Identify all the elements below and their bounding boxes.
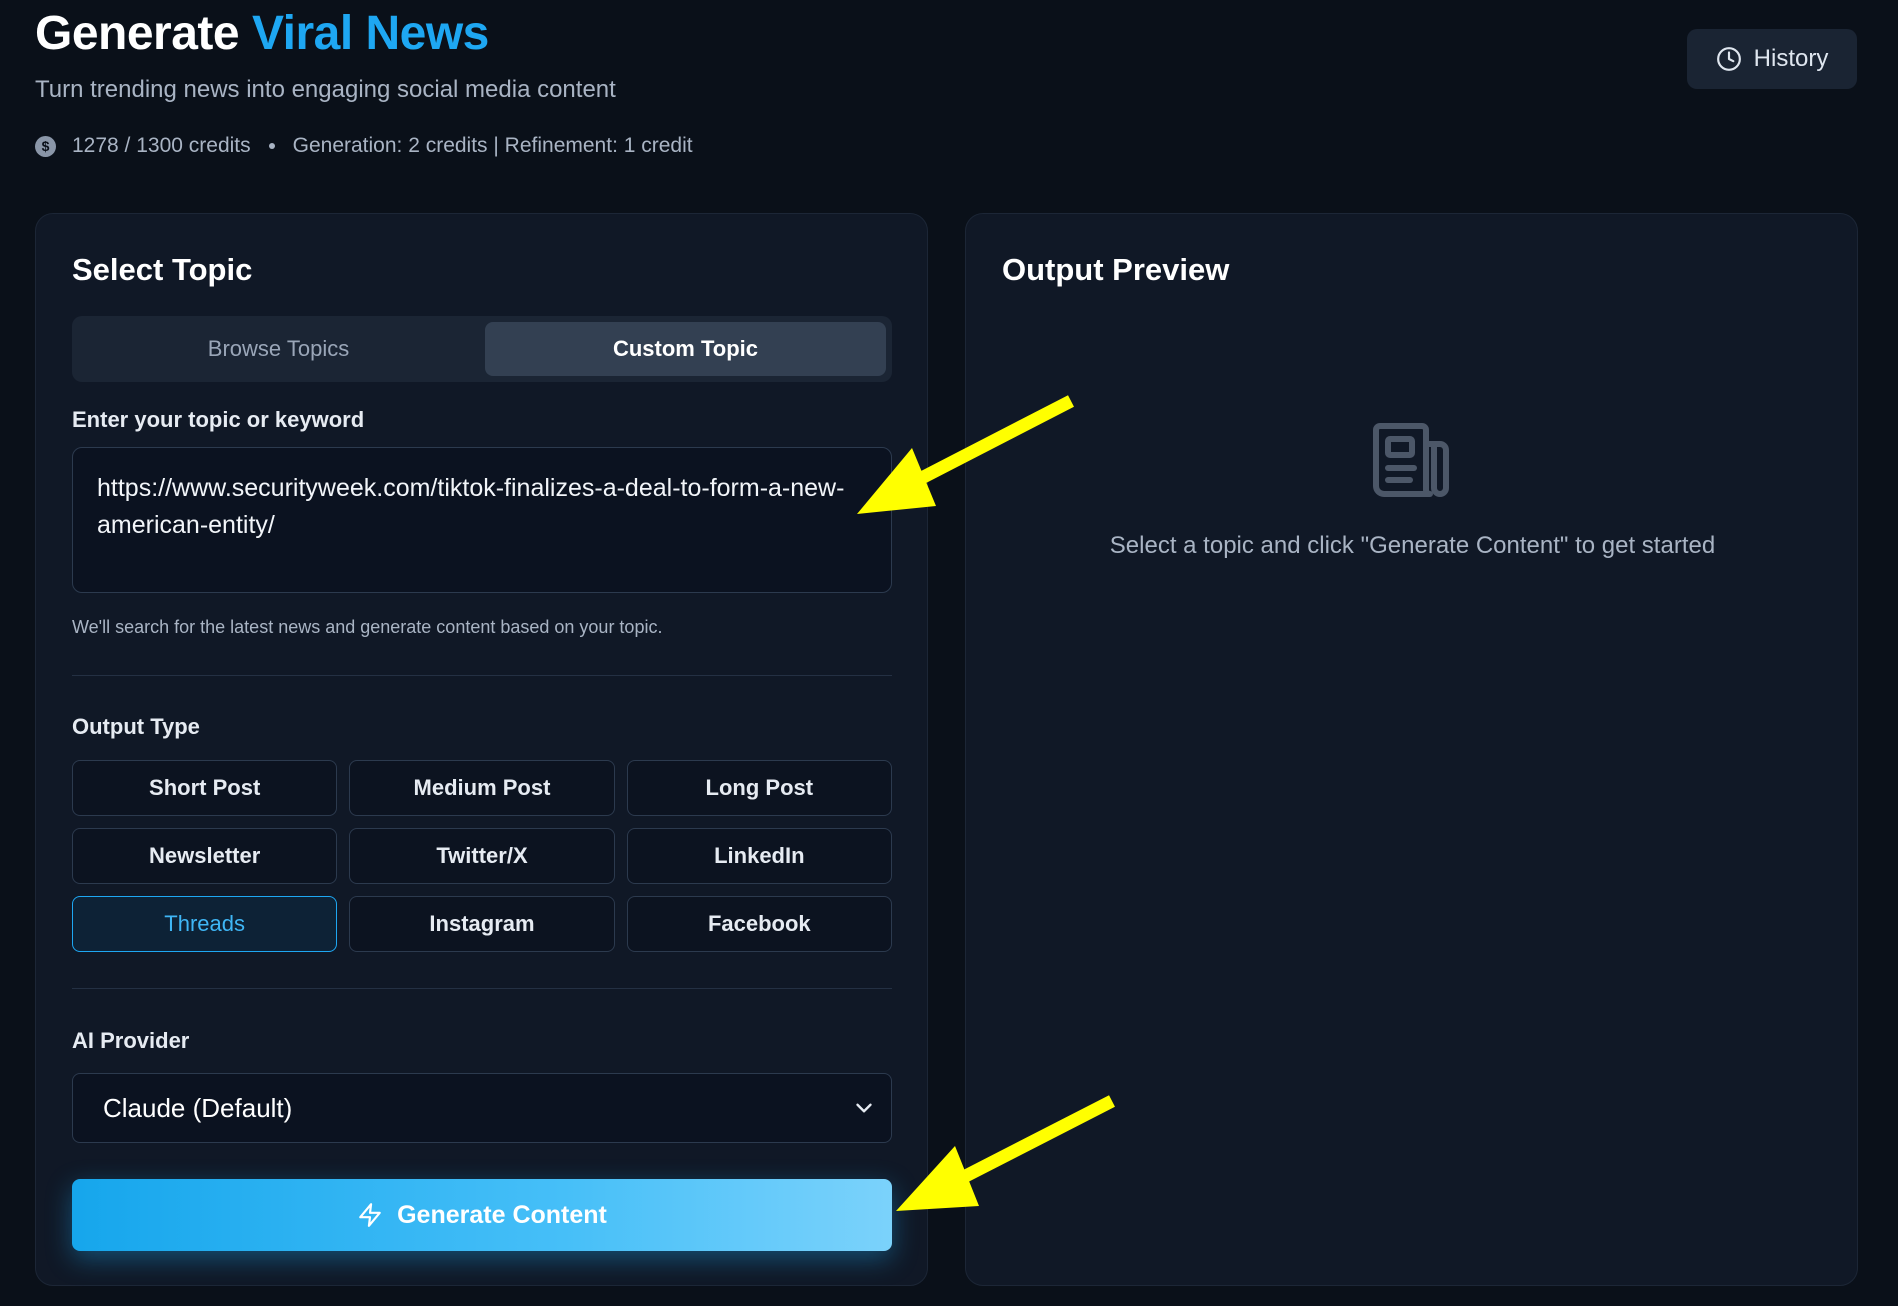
output-medium-post[interactable]: Medium Post — [349, 760, 615, 816]
ai-provider-label: AI Provider — [72, 1028, 190, 1053]
dollar-coin-icon: $ — [35, 135, 56, 157]
output-linkedin[interactable]: LinkedIn — [626, 828, 892, 884]
select-topic-panel: Select Topic Browse Topics Custom Topic … — [35, 213, 928, 1286]
generate-content-label: Generate Content — [397, 1200, 607, 1229]
output-newsletter[interactable]: Newsletter — [72, 828, 338, 884]
clock-icon — [1716, 47, 1741, 71]
credits-bar: $ 1278 / 1300 credits Generation: 2 cred… — [35, 134, 693, 158]
history-label: History — [1753, 45, 1829, 72]
ai-provider-value: Claude (Default) — [103, 1092, 293, 1123]
history-button[interactable]: History — [1687, 29, 1857, 89]
select-topic-title: Select Topic — [72, 252, 253, 287]
section-divider — [72, 988, 892, 989]
output-facebook[interactable]: Facebook — [626, 896, 892, 952]
newspaper-icon — [1373, 423, 1449, 497]
output-long-post[interactable]: Long Post — [626, 760, 892, 816]
separator-dot — [268, 143, 275, 149]
topic-input[interactable]: https://www.securityweek.com/tiktok-fina… — [72, 447, 892, 593]
output-twitter-x[interactable]: Twitter/X — [349, 828, 615, 884]
output-preview-title: Output Preview — [1002, 252, 1230, 287]
output-short-post[interactable]: Short Post — [72, 760, 338, 816]
ai-provider-select[interactable]: Claude (Default) — [72, 1073, 892, 1143]
empty-state-message: Select a topic and click "Generate Conte… — [1109, 532, 1716, 559]
lightning-icon — [359, 1203, 381, 1227]
tab-custom-topic[interactable]: Custom Topic — [485, 322, 886, 376]
credit-pricing: Generation: 2 credits | Refinement: 1 cr… — [292, 134, 693, 157]
topic-helper-text: We'll search for the latest news and gen… — [72, 617, 663, 637]
generate-content-button[interactable]: Generate Content — [72, 1179, 892, 1251]
topic-tabs: Browse Topics Custom Topic — [72, 316, 892, 382]
output-preview-panel: Output Preview Select a topic and click … — [965, 213, 1858, 1286]
topic-input-label: Enter your topic or keyword — [72, 407, 365, 432]
output-instagram[interactable]: Instagram — [349, 896, 615, 952]
output-type-grid: Short Post Medium Post Long Post Newslet… — [72, 760, 892, 952]
page-subtitle: Turn trending news into engaging social … — [35, 76, 616, 103]
page-title: Generate Viral News — [35, 7, 489, 60]
credits-count: 1278 / 1300 credits — [72, 134, 251, 157]
output-threads[interactable]: Threads — [72, 896, 338, 952]
output-type-label: Output Type — [72, 714, 200, 739]
chevron-down-icon — [856, 1103, 872, 1113]
section-divider — [72, 675, 892, 676]
tab-browse-topics[interactable]: Browse Topics — [78, 322, 479, 376]
viral-news-page: Generate Viral News Turn trending news i… — [0, 0, 1898, 1306]
